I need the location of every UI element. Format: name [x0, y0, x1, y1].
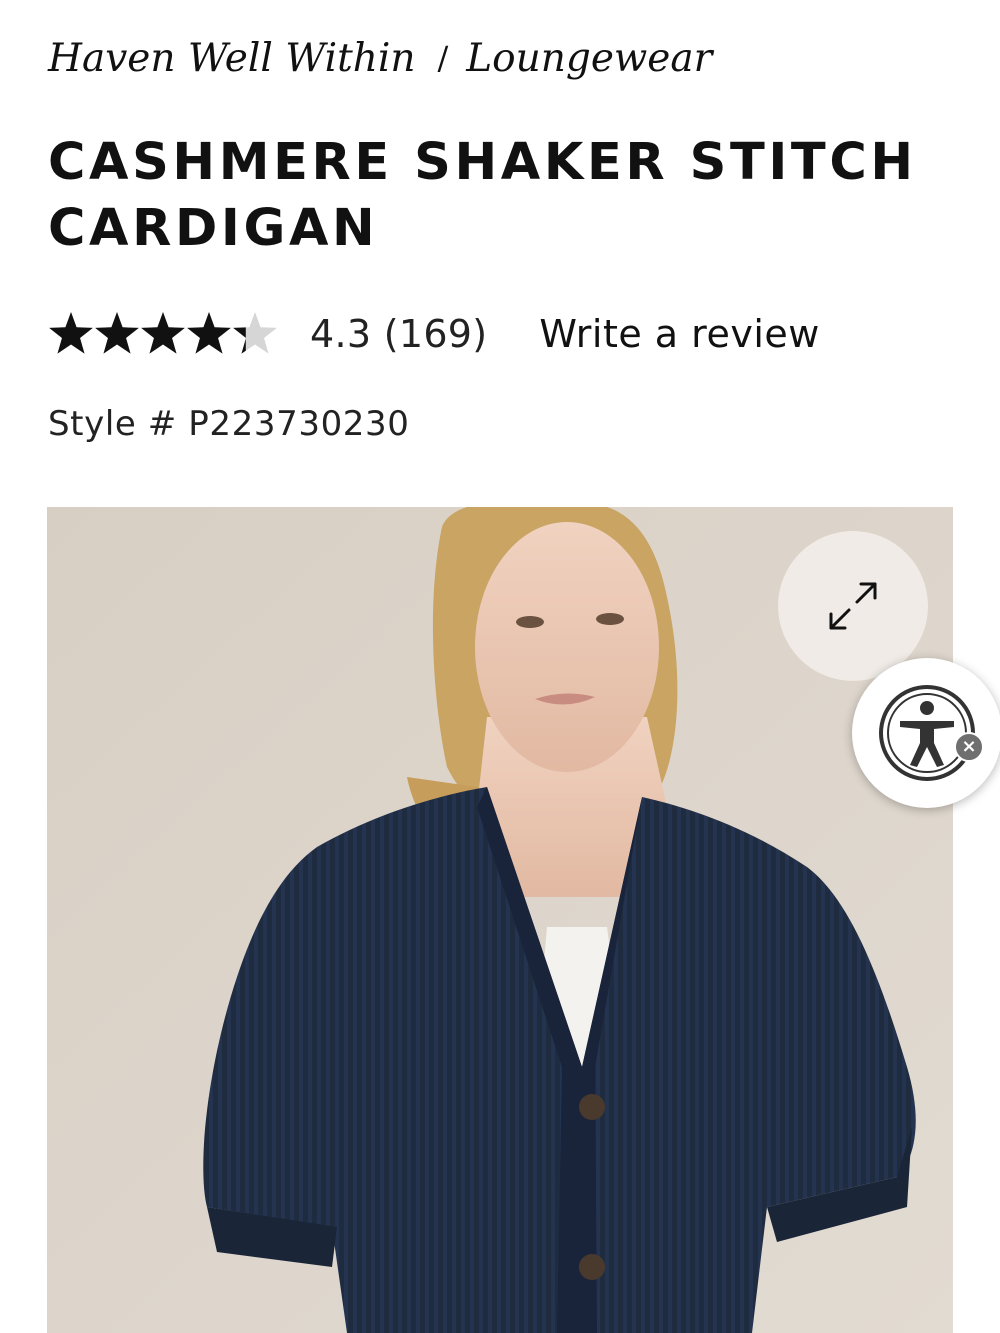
- breadcrumb-separator: /: [437, 39, 449, 77]
- star-icon: [233, 312, 277, 354]
- write-review-link[interactable]: Write a review: [539, 312, 819, 356]
- star-rating[interactable]: [48, 309, 280, 359]
- star-icon: [95, 312, 139, 354]
- expand-image-button[interactable]: [778, 531, 928, 681]
- expand-arrows-icon: [829, 582, 877, 630]
- stars-graphic: [49, 312, 277, 354]
- accessibility-close-button[interactable]: ×: [954, 732, 984, 762]
- star-icon: [141, 312, 185, 354]
- breadcrumb-link-haven-well-within[interactable]: Haven Well Within: [48, 36, 415, 81]
- star-icon: [187, 312, 231, 354]
- rating-row: 4.3 (169) Write a review: [48, 306, 820, 362]
- star-icon: [49, 312, 93, 354]
- breadcrumb: Haven Well Within / Loungewear: [48, 30, 712, 86]
- style-number: Style # P223730230: [48, 404, 410, 444]
- rating-summary[interactable]: 4.3 (169): [310, 312, 487, 356]
- breadcrumb-link-loungewear[interactable]: Loungewear: [466, 36, 712, 81]
- product-title: CASHMERE SHAKER STITCH CARDIGAN: [48, 133, 917, 258]
- accessibility-widget-button[interactable]: [852, 658, 1000, 808]
